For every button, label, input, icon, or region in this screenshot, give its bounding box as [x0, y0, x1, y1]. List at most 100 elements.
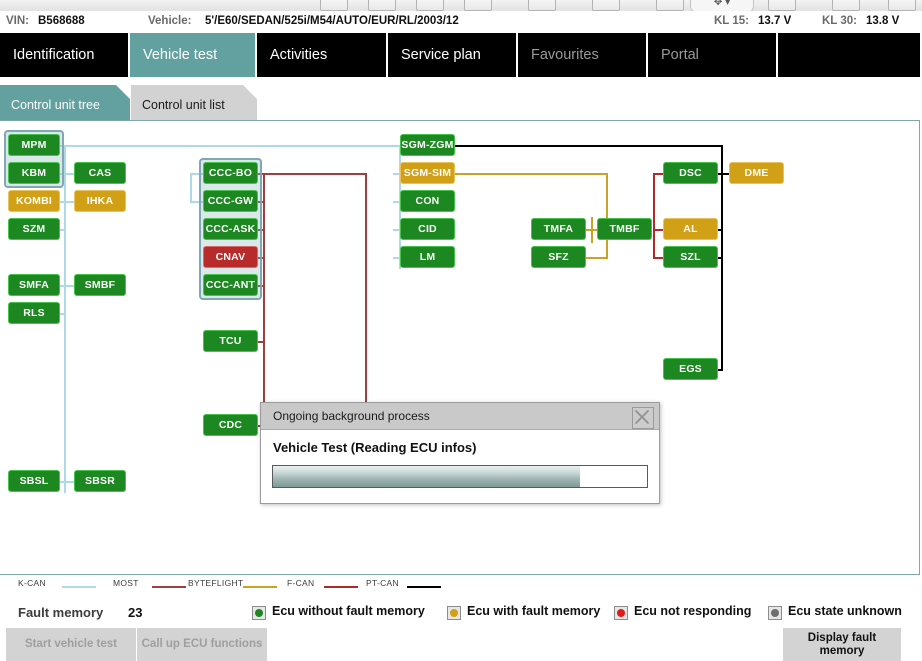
tab-favourites[interactable]: Favourites: [518, 33, 648, 77]
toolbar-icon-9[interactable]: [768, 0, 796, 11]
ecu-node-label-smfa: SMFA: [19, 279, 49, 291]
toolbar-icon-4[interactable]: [464, 0, 492, 11]
ecu-node-sbsl[interactable]: SBSL: [8, 470, 60, 492]
ecu-node-al[interactable]: AL: [663, 218, 718, 240]
toolbar-icon-1[interactable]: [320, 0, 348, 11]
ecu-node-label-kbm: KBM: [21, 167, 47, 179]
ecu-node-tmfa[interactable]: TMFA: [531, 218, 586, 240]
legend-line-f-can: [324, 586, 358, 588]
ecu-node-cdc[interactable]: CDC: [203, 414, 258, 436]
ecu-node-label-smbf: SMBF: [84, 279, 116, 291]
status-label-ecu-state-unknown: Ecu state unknown: [788, 604, 902, 618]
status-legend-row: Fault memory 23 Ecu without fault memory…: [0, 602, 922, 626]
ecu-node-mpm[interactable]: MPM: [8, 134, 60, 156]
wire-most-top: [263, 173, 367, 175]
ecu-node-ccc-gw[interactable]: CCC-GW: [203, 190, 258, 212]
subtab-control-unit-list[interactable]: Control unit list: [131, 85, 257, 125]
bus-legend: K-CAN MOST BYTEFLIGHT F-CAN PT-CAN: [0, 578, 922, 602]
ecu-node-sgm-zgm[interactable]: SGM-ZGM: [400, 134, 455, 156]
vehicle-label: Vehicle:: [148, 15, 192, 27]
status-dot-ecu-with-fault-memory: [450, 609, 458, 617]
tab-activities[interactable]: Activities: [257, 33, 388, 77]
fault-memory-count: 23: [128, 605, 143, 620]
wire-most-stub4: [258, 285, 264, 287]
wire-kcan-stub-r0: [66, 173, 74, 175]
button-call-up-ecu-functions: Call up ECU functions: [137, 628, 267, 661]
ecu-node-cnav[interactable]: CNAV: [203, 246, 258, 268]
legend-line-byteflight: [243, 586, 277, 588]
tab-portal[interactable]: Portal: [648, 33, 778, 77]
toolbar-icon-2[interactable]: [368, 0, 396, 11]
ecu-node-label-ccc-ant: CCC-ANT: [205, 279, 256, 291]
toolbar-icon-3[interactable]: [416, 0, 444, 11]
wire-most-stub2: [258, 229, 264, 231]
kl30-value: 13.8 V: [866, 15, 900, 27]
legend-line-pt-can: [407, 586, 441, 588]
ecu-node-dsc[interactable]: DSC: [663, 162, 718, 184]
ecu-node-cid[interactable]: CID: [400, 218, 455, 240]
ecu-node-ccc-ant[interactable]: CCC-ANT: [203, 274, 258, 296]
toolbar-icon-6[interactable]: [592, 0, 620, 11]
ecu-node-con[interactable]: CON: [400, 190, 455, 212]
progress-bar-fill: [273, 466, 580, 487]
wire-most-stub5: [258, 341, 264, 343]
ecu-node-label-dme: DME: [744, 167, 769, 179]
toolbar-icon-5[interactable]: [528, 0, 556, 11]
toolbar-icon-10[interactable]: [832, 0, 860, 11]
main-tab-bar: Identification Vehicle test Activities Serv…: [0, 33, 922, 77]
ecu-node-sgm-sim[interactable]: SGM-SIM: [400, 162, 455, 184]
close-icon[interactable]: [632, 407, 654, 429]
wire-kcan-stub-sgm1: [393, 173, 400, 175]
wire-kcan-stub-sgm2: [393, 201, 400, 203]
tab-label-portal: Portal: [661, 47, 699, 63]
tab-label-activities: Activities: [270, 47, 328, 63]
ecu-node-lm[interactable]: LM: [400, 246, 455, 268]
ecu-node-label-con: CON: [415, 195, 440, 207]
tab-vehicle-test[interactable]: Vehicle test: [130, 33, 257, 77]
sub-tab-bar: Control unit tree Control unit list: [0, 85, 922, 125]
ecu-node-sbsr[interactable]: SBSR: [74, 470, 126, 492]
ecu-node-tcu[interactable]: TCU: [203, 330, 258, 352]
vehicle-info-bar: VIN: B568688 Vehicle: 5'/E60/SEDAN/525i/…: [0, 11, 922, 34]
ecu-node-kbm[interactable]: KBM: [8, 162, 60, 184]
ecu-node-smfa[interactable]: SMFA: [8, 274, 60, 296]
ecu-node-cas[interactable]: CAS: [74, 162, 126, 184]
wire-bf-vert: [606, 173, 608, 259]
ecu-node-ccc-bo[interactable]: CCC-BO: [203, 162, 258, 184]
ecu-node-label-cnav: CNAV: [215, 251, 246, 263]
tab-label-identification: Identification: [13, 47, 95, 63]
ecu-node-label-sgm-zgm: SGM-ZGM: [401, 139, 454, 151]
button-label-call-up-ecu-functions: Call up ECU functions: [141, 638, 263, 650]
wire-kcan-vert-left: [64, 145, 66, 493]
toolbar-icon-11[interactable]: [888, 0, 916, 11]
ecu-node-smbf[interactable]: SMBF: [74, 274, 126, 296]
vehicle-value: 5'/E60/SEDAN/525i/M54/AUTO/EUR/RL/2003/1…: [205, 15, 459, 27]
tab-identification[interactable]: Identification: [0, 33, 130, 77]
wire-kcan-ccc-h2: [190, 201, 204, 203]
wire-ptcan-top: [455, 145, 723, 147]
ecu-node-tmbf[interactable]: TMBF: [597, 218, 652, 240]
ecu-node-ihka[interactable]: IHKA: [74, 190, 126, 212]
toolbar-icon-7[interactable]: [656, 0, 684, 11]
ecu-node-egs[interactable]: EGS: [663, 358, 718, 380]
subtab-control-unit-tree[interactable]: Control unit tree: [0, 85, 130, 125]
button-display-fault-memory[interactable]: Display fault memory: [783, 628, 901, 661]
wire-kcan-stub-l5: [60, 313, 66, 315]
ecu-node-dme[interactable]: DME: [729, 162, 784, 184]
ecu-node-ccc-ask[interactable]: CCC-ASK: [203, 218, 258, 240]
kl15-value: 13.7 V: [758, 15, 792, 27]
ecu-node-label-ccc-gw: CCC-GW: [207, 195, 254, 207]
wire-most-stub0: [258, 173, 264, 175]
ecu-node-szl[interactable]: SZL: [663, 246, 718, 268]
legend-label-byteflight: BYTEFLIGHT: [188, 578, 244, 588]
ecu-node-sfz[interactable]: SFZ: [531, 246, 586, 268]
kl15-label: KL 15:: [714, 15, 749, 27]
wire-most-stub1: [258, 201, 264, 203]
tab-service-plan[interactable]: Service plan: [388, 33, 518, 77]
wire-kcan-stub-r3: [66, 481, 74, 483]
status-swatch-ecu-not-responding: [614, 606, 628, 620]
ecu-node-rls[interactable]: RLS: [8, 302, 60, 324]
ecu-node-kombi[interactable]: KOMBI: [8, 190, 60, 212]
status-swatch-ecu-with-fault-memory: [447, 606, 461, 620]
ecu-node-szm[interactable]: SZM: [8, 218, 60, 240]
